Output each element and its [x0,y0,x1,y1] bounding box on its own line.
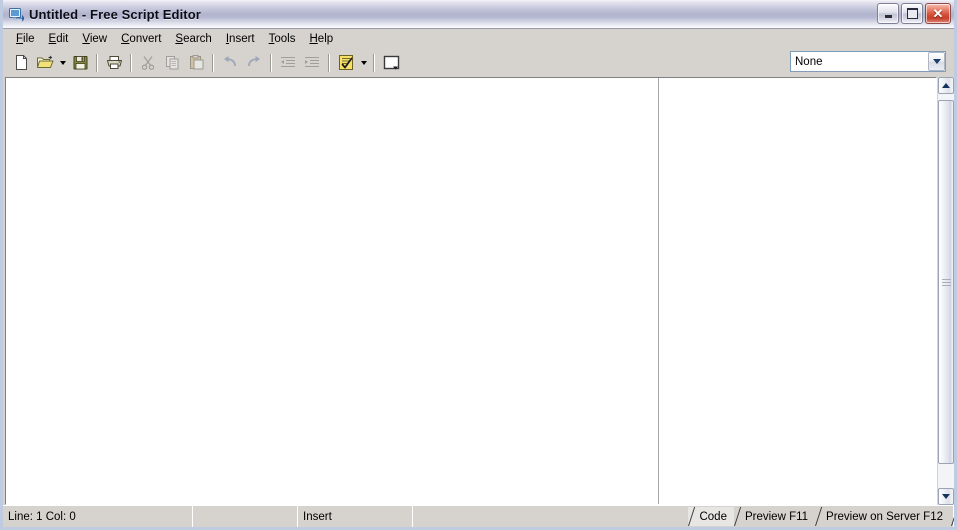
print-button[interactable] [102,51,126,74]
indent-icon [305,56,319,68]
scrollbar-thumb[interactable] [938,100,954,464]
minimize-button[interactable] [877,3,899,24]
close-button[interactable]: ✕ [925,3,951,24]
scroll-down-button[interactable] [938,488,954,505]
view-tab-strip: Code Preview F11 Preview on Server F12 [688,507,952,526]
chevron-down-icon [942,494,950,499]
close-icon: ✕ [932,6,944,21]
chevron-down-icon [59,60,66,65]
tab-code[interactable]: Code [688,507,736,526]
undo-arrow-icon [224,56,236,67]
printer-icon [106,56,122,69]
scrollbar-track[interactable] [938,94,954,488]
open-folder-icon [37,55,54,68]
toolbar-separator-6 [373,53,375,72]
window-title: Untitled - Free Script Editor [29,6,201,22]
undo-button[interactable] [218,51,242,74]
redo-button[interactable] [242,51,266,74]
checklist-icon [339,54,353,70]
application-window: Untitled - Free Script Editor ✕ File Edi… [0,0,957,530]
copy-button[interactable] [160,51,184,74]
maximize-icon [902,4,922,23]
tab-code-label: Code [699,510,727,523]
copy-pages-icon [165,56,178,70]
toolbar-separator-1 [96,53,98,72]
open-file-button[interactable] [33,51,57,74]
script-editor-app-icon [8,6,25,22]
tab-preview-label: Preview F11 [744,510,809,523]
cursor-position-status: Line: 1 Col: 0 [3,506,193,527]
style-combo-box[interactable]: None [790,51,946,72]
redo-arrow-icon [248,56,260,67]
floppy-save-icon [73,56,87,70]
chevron-down-icon [932,59,941,64]
outdent-button[interactable] [276,51,300,74]
save-file-button[interactable] [68,51,92,74]
scroll-up-button[interactable] [938,77,954,94]
title-bar: Untitled - Free Script Editor ✕ [3,0,954,29]
new-file-button[interactable] [9,51,33,74]
grip-lines-icon [941,278,951,286]
toolbar-separator-4 [270,53,272,72]
cut-button[interactable] [136,51,160,74]
new-page-icon [15,55,27,70]
frame-icon [383,55,399,69]
menu-bar: File Edit View Convert Search Insert Too… [3,29,954,49]
toolbar-separator-2 [130,53,132,72]
menu-item-tools[interactable]: Tools [262,30,303,48]
window-controls: ✕ [877,3,951,24]
validate-button[interactable] [334,51,358,74]
chevron-up-icon [942,83,950,88]
paste-button[interactable] [184,51,208,74]
tab-preview-on-server-label: Preview on Server F12 [826,510,943,523]
style-combo-value: None [795,55,823,68]
menu-item-insert[interactable]: Insert [219,30,262,48]
indent-button[interactable] [300,51,324,74]
outdent-icon [281,56,295,68]
code-editor-pane[interactable] [6,78,659,504]
toolbar-separator-3 [212,53,214,72]
tab-preview-on-server[interactable]: Preview on Server F12 [815,507,952,526]
status-bar: Line: 1 Col: 0 Insert Code Preview F11 P… [3,505,954,527]
menu-item-convert[interactable]: Convert [114,30,168,48]
editor-frame [5,77,937,505]
toolbar: None [3,49,954,77]
scissors-icon [141,56,155,70]
menu-item-view[interactable]: View [75,30,114,48]
open-file-dropdown-arrow[interactable] [57,51,68,74]
menu-item-help[interactable]: Help [302,30,340,48]
tab-preview[interactable]: Preview F11 [733,507,818,526]
minimize-icon [878,4,898,23]
status-panel-secondary [193,506,298,527]
validate-dropdown-arrow[interactable] [358,51,369,74]
clipboard-icon [189,55,203,70]
toolbar-separator-5 [328,53,330,72]
maximize-button[interactable] [901,3,923,24]
menu-item-edit[interactable]: Edit [42,30,76,48]
frame-button[interactable] [379,51,403,74]
style-combo-dropdown-button[interactable] [928,52,945,71]
menu-item-file[interactable]: File [9,30,42,48]
insert-mode-status: Insert [298,506,413,527]
chevron-down-icon [360,60,367,65]
menu-item-search[interactable]: Search [168,30,218,48]
editor-work-area [3,77,954,505]
secondary-editor-pane[interactable] [659,78,936,504]
vertical-scrollbar[interactable] [937,77,954,505]
